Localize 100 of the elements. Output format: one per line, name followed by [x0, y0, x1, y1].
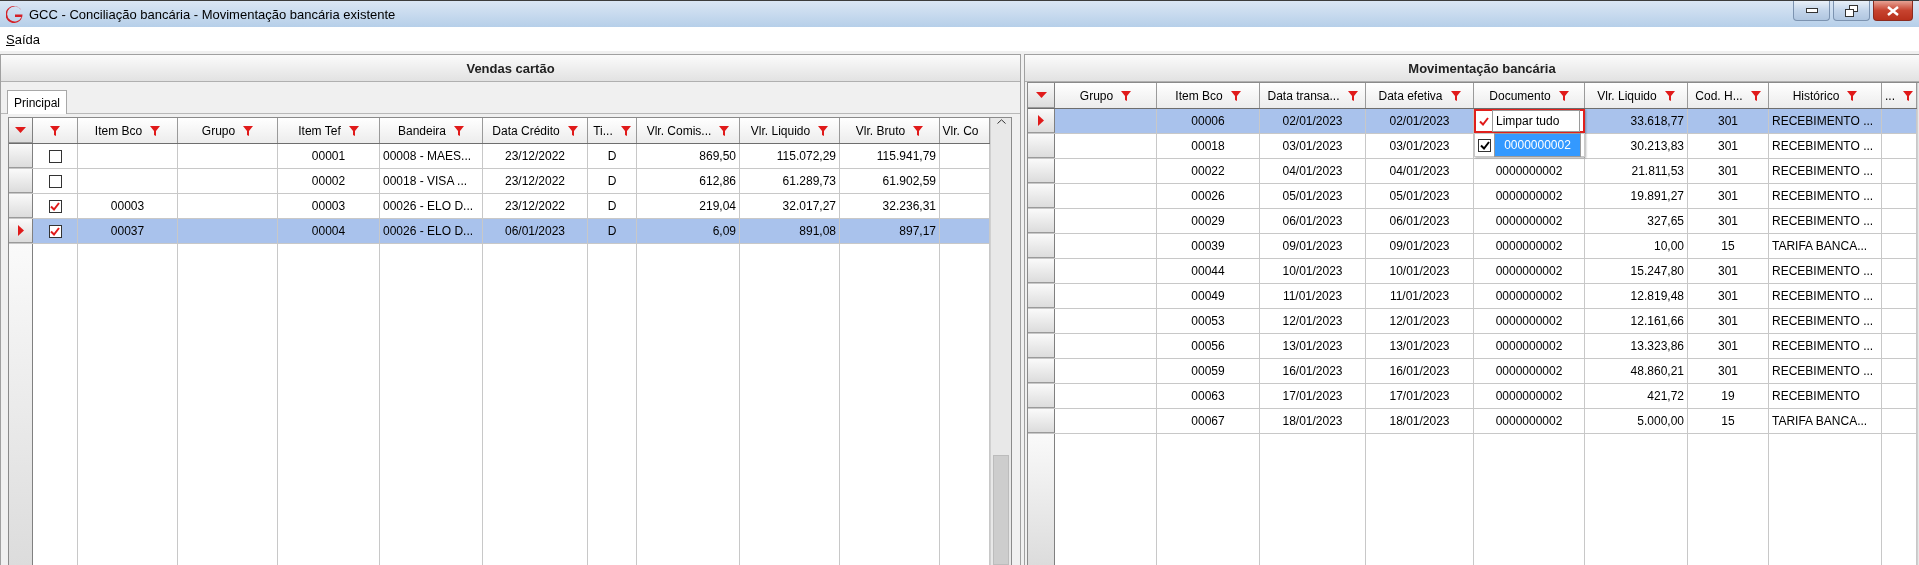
row-selector[interactable]: [1028, 159, 1055, 183]
filter-icon[interactable]: [454, 125, 464, 136]
table-cell: 00063: [1191, 389, 1225, 403]
column-header[interactable]: Grupo: [1055, 83, 1157, 108]
row-selector[interactable]: [1028, 234, 1055, 258]
column-header[interactable]: Vlr. Liquido: [1585, 83, 1688, 108]
filter-icon[interactable]: [1847, 90, 1858, 101]
row-selector[interactable]: [1028, 384, 1055, 408]
filter-icon[interactable]: [913, 125, 924, 136]
table-row[interactable]: 00059 16/01/2023 16/01/2023 0000000002 48.860,21 301 RECEBIMENTO ...: [1028, 359, 1917, 384]
filter-icon[interactable]: [818, 125, 829, 136]
filter-icon[interactable]: [567, 125, 578, 136]
table-cell: 03/01/2023: [1282, 139, 1343, 153]
column-header[interactable]: Grupo: [178, 118, 278, 143]
filter-icon[interactable]: [719, 125, 730, 136]
row-selector[interactable]: [1028, 334, 1055, 358]
table-row[interactable]: 00053 12/01/2023 12/01/2023 0000000002 12.161,66 301 RECEBIMENTO ...: [1028, 309, 1917, 334]
checkbox[interactable]: [48, 224, 62, 238]
table-row[interactable]: 00022 04/01/2023 04/01/2023 0000000002 21.811,53 301 RECEBIMENTO ...: [1028, 159, 1917, 184]
table-cell: 30.213,83: [1630, 139, 1684, 153]
column-header[interactable]: Vlr. Bruto: [840, 118, 940, 143]
filter-icon[interactable]: [1450, 90, 1461, 101]
table-row[interactable]: 00029 06/01/2023 06/01/2023 0000000002 327,65 301 RECEBIMENTO ...: [1028, 209, 1917, 234]
column-header[interactable]: Bandeira: [380, 118, 483, 143]
table-cell: RECEBIMENTO ...: [1772, 289, 1874, 303]
scroll-up-icon[interactable]: [996, 119, 1006, 124]
table-cell: 00018: [1191, 139, 1225, 153]
filter-icon[interactable]: [1664, 90, 1675, 101]
table-row[interactable]: 00039 09/01/2023 09/01/2023 0000000002 10,00 15 TARIFA BANCA...: [1028, 234, 1917, 259]
filter-icon[interactable]: [620, 125, 631, 136]
table-row[interactable]: 00063 17/01/2023 17/01/2023 0000000002 421,72 19 RECEBIMENTO: [1028, 384, 1917, 409]
column-header[interactable]: Cod. H...: [1688, 83, 1769, 108]
dropdown-icon[interactable]: [1035, 92, 1047, 98]
table-cell: 0000000002: [1495, 414, 1563, 428]
tab[interactable]: Principal: [7, 90, 68, 114]
dropdown-label[interactable]: Limpar tudo: [1492, 110, 1580, 132]
checkbox[interactable]: [1478, 138, 1491, 152]
column-header[interactable]: Data transa...: [1260, 83, 1366, 108]
column-header[interactable]: Data efetiva: [1366, 83, 1474, 108]
scrollbar[interactable]: [990, 118, 1011, 565]
menu-item[interactable]: Saída: [6, 31, 40, 47]
row-selector[interactable]: [1028, 184, 1055, 208]
table-cell: 09/01/2023: [1389, 239, 1450, 253]
filter-icon[interactable]: [1230, 90, 1241, 101]
filter-icon[interactable]: [243, 125, 254, 136]
row-selector[interactable]: [9, 144, 33, 168]
minimize-button[interactable]: [1793, 1, 1830, 21]
column-header[interactable]: Item Tef: [278, 118, 380, 143]
row-selector[interactable]: [1028, 209, 1055, 233]
table-row[interactable]: 00001 00008 - MAES... 23/12/2022 D 869,50 115.072,29 115.941,79: [9, 144, 990, 169]
checkbox[interactable]: [48, 149, 62, 163]
table-row[interactable]: 00044 10/01/2023 10/01/2023 0000000002 15.247,80 301 RECEBIMENTO ...: [1028, 259, 1917, 284]
table-cell: D: [607, 224, 617, 238]
filter-icon[interactable]: [1558, 90, 1569, 101]
close-button[interactable]: [1873, 1, 1913, 21]
dropdown-icon[interactable]: [15, 127, 26, 133]
row-selector[interactable]: [1028, 109, 1055, 133]
column-header[interactable]: Documento: [1474, 83, 1585, 108]
table-row[interactable]: 00002 00018 - VISA ... 23/12/2022 D 612,86 61.289,73 61.902,59: [9, 169, 990, 194]
row-selector[interactable]: [9, 219, 33, 243]
row-selector[interactable]: [1028, 134, 1055, 158]
row-selector[interactable]: [9, 169, 33, 193]
column-header[interactable]: ...: [1882, 83, 1917, 108]
column-header[interactable]: Item Bco: [78, 118, 178, 143]
column-header[interactable]: Vlr. Liquido: [740, 118, 840, 143]
row-selector[interactable]: [9, 194, 33, 218]
table-row[interactable]: 00003 00003 00026 - ELO D... 23/12/2022 D 219,04 32.017,27 32.236,31: [9, 194, 990, 219]
table-row[interactable]: 00037 00004 00026 - ELO D... 06/01/2023 D 6,09 891,08 897,17: [9, 219, 990, 244]
filter-icon[interactable]: [50, 125, 60, 136]
checkbox[interactable]: [48, 199, 62, 213]
row-selector[interactable]: [1028, 309, 1055, 333]
filter-icon[interactable]: [1903, 90, 1913, 101]
column-header[interactable]: Ti...: [588, 118, 637, 143]
table-row[interactable]: 00049 11/01/2023 11/01/2023 0000000002 12.819,48 301 RECEBIMENTO ...: [1028, 284, 1917, 309]
table-cell: D: [607, 149, 617, 163]
table-cell: 327,65: [1647, 214, 1684, 228]
column-header[interactable]: Item Bco: [1157, 83, 1260, 108]
column-header[interactable]: Vlr. Comis...: [637, 118, 740, 143]
filter-icon[interactable]: [1121, 90, 1132, 101]
table-row[interactable]: 00026 05/01/2023 05/01/2023 0000000002 19.891,27 301 RECEBIMENTO ...: [1028, 184, 1917, 209]
scroll-thumb[interactable]: [993, 455, 1009, 565]
dropdown-item[interactable]: Limpar tudo: [1474, 109, 1585, 133]
restore-button[interactable]: [1833, 1, 1870, 21]
column-header[interactable]: Histórico: [1769, 83, 1882, 108]
column-header[interactable]: Vlr. Co: [940, 118, 990, 143]
table-cell: 00026: [1191, 189, 1225, 203]
row-selector[interactable]: [1028, 284, 1055, 308]
row-selector[interactable]: [1028, 259, 1055, 283]
table-cell: 23/12/2022: [504, 174, 566, 188]
filter-icon[interactable]: [348, 125, 359, 136]
row-selector[interactable]: [1028, 359, 1055, 383]
table-row[interactable]: 00067 18/01/2023 18/01/2023 0000000002 5.000,00 15 TARIFA BANCA...: [1028, 409, 1917, 434]
filter-icon[interactable]: [150, 125, 161, 136]
row-selector[interactable]: [1028, 409, 1055, 433]
filter-icon[interactable]: [1347, 90, 1358, 101]
column-header[interactable]: Data Crédito: [483, 118, 588, 143]
table-row[interactable]: 00056 13/01/2023 13/01/2023 0000000002 13.323,86 301 RECEBIMENTO ...: [1028, 334, 1917, 359]
checkbox[interactable]: [48, 174, 62, 188]
table-cell: 00056: [1191, 339, 1225, 353]
filter-icon[interactable]: [1750, 90, 1761, 101]
